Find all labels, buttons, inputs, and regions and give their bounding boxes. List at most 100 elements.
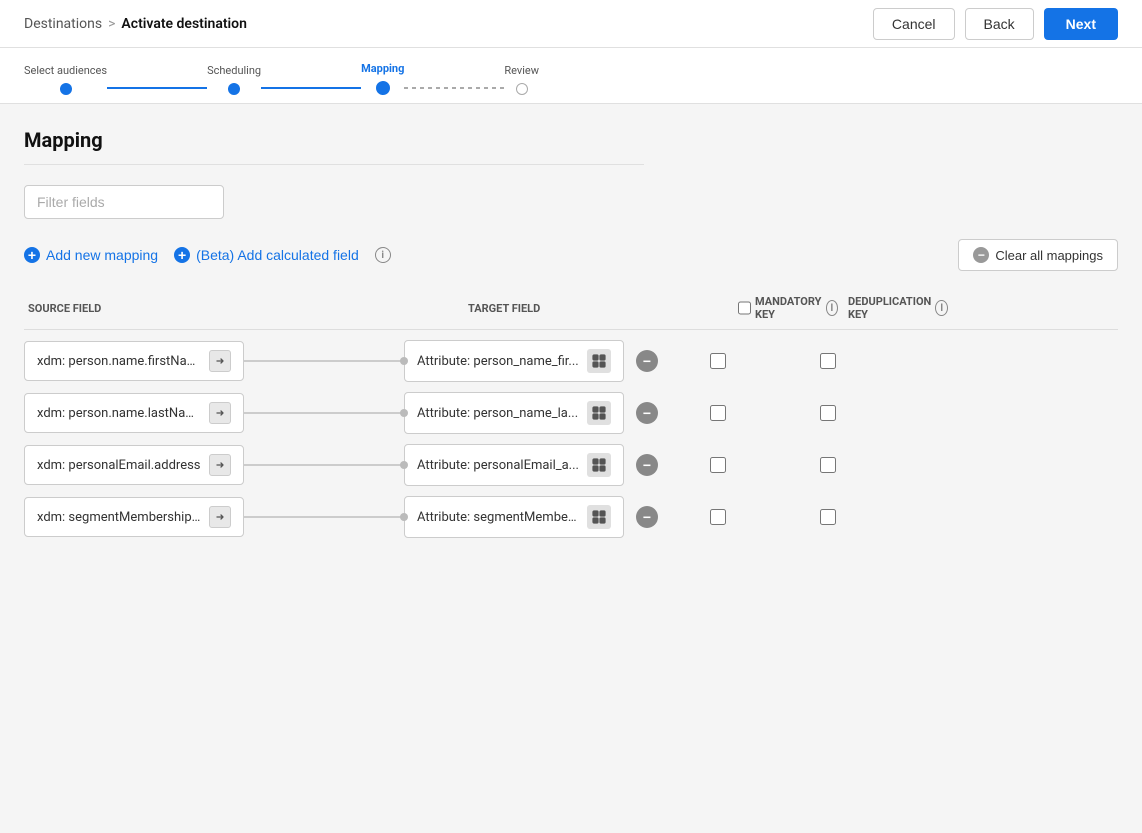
action-bar-left: + Add new mapping + (Beta) Add calculate…	[24, 247, 391, 263]
step-scheduling: Scheduling	[207, 64, 261, 95]
mandatory-col-3	[668, 509, 768, 525]
breadcrumb-separator: >	[108, 16, 115, 32]
info-icon[interactable]: i	[375, 247, 391, 263]
mandatory-col-2	[668, 457, 768, 473]
step-line-3	[404, 87, 504, 89]
target-field-box-2[interactable]: Attribute: personalEmail_a...	[404, 444, 624, 486]
step-label-scheduling: Scheduling	[207, 64, 261, 77]
source-field-box-2[interactable]: xdm: personalEmail.address	[24, 445, 244, 485]
target-section-3: Attribute: segmentMember...	[404, 496, 624, 538]
source-field-box-0[interactable]: xdm: person.name.firstName	[24, 341, 244, 381]
col-header-mandatory: MANDATORY KEY i	[738, 295, 838, 321]
remove-button-2[interactable]: −	[636, 454, 658, 476]
mandatory-col-1	[668, 405, 768, 421]
mandatory-header-checkbox[interactable]	[738, 300, 751, 316]
add-calculated-label: (Beta) Add calculated field	[196, 247, 359, 263]
remove-button-1[interactable]: −	[636, 402, 658, 424]
mandatory-col-0	[668, 353, 768, 369]
source-field-text-0: xdm: person.name.firstName	[37, 354, 201, 369]
step-dot-mapping	[376, 81, 390, 95]
remove-button-3[interactable]: −	[636, 506, 658, 528]
target-field-box-1[interactable]: Attribute: person_name_la...	[404, 392, 624, 434]
breadcrumb-current-page: Activate destination	[121, 16, 247, 32]
plus-icon: +	[24, 247, 40, 263]
source-arrow-button-1[interactable]	[209, 402, 231, 424]
step-review: Review	[504, 64, 539, 95]
source-section-0: xdm: person.name.firstName	[24, 341, 244, 381]
target-section-2: Attribute: personalEmail_a...	[404, 444, 624, 486]
step-dot-review	[516, 83, 528, 95]
columns-header: SOURCE FIELD TARGET FIELD MANDATORY KEY …	[24, 295, 1118, 330]
row-actions-0: −	[636, 350, 878, 372]
source-arrow-button-2[interactable]	[209, 454, 231, 476]
source-arrow-button-0[interactable]	[209, 350, 231, 372]
transform-button-2[interactable]	[587, 453, 611, 477]
source-section-3: xdm: segmentMembership....	[24, 497, 244, 537]
action-bar: + Add new mapping + (Beta) Add calculate…	[24, 239, 1118, 271]
add-calculated-button[interactable]: + (Beta) Add calculated field	[174, 247, 359, 263]
col-header-target: TARGET FIELD	[464, 302, 684, 315]
source-field-box-3[interactable]: xdm: segmentMembership....	[24, 497, 244, 537]
connector-line-3	[244, 516, 404, 518]
back-button[interactable]: Back	[965, 8, 1034, 40]
clear-all-button[interactable]: − Clear all mappings	[958, 239, 1118, 271]
target-field-box-0[interactable]: Attribute: person_name_fir...	[404, 340, 624, 382]
mandatory-checkbox-1[interactable]	[710, 405, 726, 421]
filter-input[interactable]	[24, 185, 224, 219]
row-actions-1: −	[636, 402, 878, 424]
main-content: Mapping + Add new mapping + (Beta) Add c…	[0, 104, 1142, 572]
next-button[interactable]: Next	[1044, 8, 1118, 40]
add-mapping-button[interactable]: + Add new mapping	[24, 247, 158, 263]
progress-steps: Select audiences Scheduling Mapping Revi…	[0, 48, 1142, 104]
page-title: Mapping	[24, 128, 1118, 152]
dedup-col-3	[778, 509, 878, 525]
plus-icon-calc: +	[174, 247, 190, 263]
mandatory-checkbox-0[interactable]	[710, 353, 726, 369]
target-section-0: Attribute: person_name_fir...	[404, 340, 624, 382]
target-field-text-3: Attribute: segmentMember...	[417, 510, 579, 525]
target-field-text-2: Attribute: personalEmail_a...	[417, 458, 579, 473]
header: Destinations > Activate destination Canc…	[0, 0, 1142, 48]
step-dot-select-audiences	[60, 83, 72, 95]
transform-button-1[interactable]	[587, 401, 611, 425]
breadcrumb: Destinations > Activate destination	[24, 16, 247, 32]
connector-line-2	[244, 464, 404, 466]
mapping-row: xdm: person.name.lastName Attribute: per…	[24, 392, 1118, 434]
mandatory-checkbox-2[interactable]	[710, 457, 726, 473]
dedup-info-icon[interactable]: i	[935, 300, 948, 316]
clear-all-label: Clear all mappings	[995, 248, 1103, 263]
source-arrow-button-3[interactable]	[209, 506, 231, 528]
step-label-mapping: Mapping	[361, 62, 404, 75]
transform-button-0[interactable]	[587, 349, 611, 373]
dedup-checkbox-3[interactable]	[820, 509, 836, 525]
source-field-box-1[interactable]: xdm: person.name.lastName	[24, 393, 244, 433]
mapping-row: xdm: person.name.firstName Attribute: pe…	[24, 340, 1118, 382]
step-dot-scheduling	[228, 83, 240, 95]
mapping-row: xdm: personalEmail.address Attribute: pe…	[24, 444, 1118, 486]
remove-button-0[interactable]: −	[636, 350, 658, 372]
title-divider	[24, 164, 644, 165]
mapping-rows-container: xdm: person.name.firstName Attribute: pe…	[24, 340, 1118, 538]
target-field-text-0: Attribute: person_name_fir...	[417, 354, 579, 369]
transform-button-3[interactable]	[587, 505, 611, 529]
target-field-box-3[interactable]: Attribute: segmentMember...	[404, 496, 624, 538]
dedup-checkbox-0[interactable]	[820, 353, 836, 369]
mandatory-info-icon[interactable]: i	[826, 300, 838, 316]
dedup-checkbox-2[interactable]	[820, 457, 836, 473]
mandatory-checkbox-3[interactable]	[710, 509, 726, 525]
source-field-text-3: xdm: segmentMembership....	[37, 510, 201, 525]
dedup-col-2	[778, 457, 878, 473]
step-line-2	[261, 87, 361, 89]
step-mapping: Mapping	[361, 62, 404, 95]
breadcrumb-destinations[interactable]: Destinations	[24, 16, 102, 32]
col-header-source: SOURCE FIELD	[24, 302, 244, 315]
target-section-1: Attribute: person_name_la...	[404, 392, 624, 434]
minus-circle-icon: −	[973, 247, 989, 263]
header-actions: Cancel Back Next	[873, 8, 1118, 40]
source-field-text-2: xdm: personalEmail.address	[37, 458, 201, 473]
row-actions-3: −	[636, 506, 878, 528]
dedup-checkbox-1[interactable]	[820, 405, 836, 421]
step-label-select-audiences: Select audiences	[24, 64, 107, 77]
cancel-button[interactable]: Cancel	[873, 8, 955, 40]
connector-line-0	[244, 360, 404, 362]
